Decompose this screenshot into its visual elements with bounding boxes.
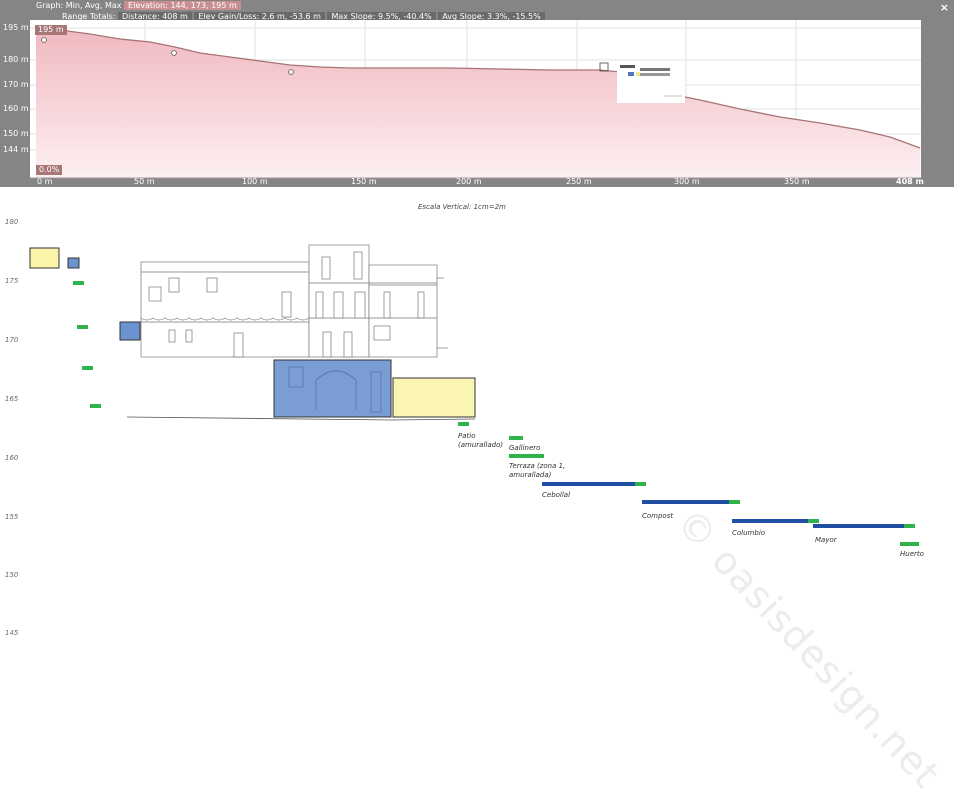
profile-thumbnail	[617, 63, 685, 103]
y-tick-label: 195 m	[3, 23, 29, 32]
graph-mode-label: Graph: Min, Avg, Max	[36, 1, 122, 10]
label-gallinero: Gallinero	[509, 444, 541, 452]
label-cebollal: Cebollal	[542, 491, 571, 499]
house-elevation	[140, 244, 448, 358]
terrace-bars	[458, 422, 919, 546]
x-tick-label: 300 m	[674, 177, 700, 186]
label-columbio: Columbio	[732, 529, 766, 537]
x-tick-label: 350 m	[784, 177, 810, 186]
label-terraza-sub: amurallada)	[509, 471, 552, 479]
label-huerto: Huerto	[900, 550, 924, 558]
close-icon[interactable]: ×	[940, 1, 949, 14]
elevation-stats: Elevation: 144, 173, 195 m	[124, 1, 241, 10]
cursor-slope-tag: 0.0%	[36, 165, 63, 175]
cursor-elevation-tag: 195 m	[35, 25, 67, 35]
elevation-profile-panel: Graph: Min, Avg, Max Elevation: 144, 173…	[0, 0, 954, 187]
y-tick-label: 180 m	[3, 55, 29, 64]
x-tick-label: 408 m	[896, 177, 924, 186]
waypoint-pin-icon	[171, 50, 177, 56]
x-tick-label: 100 m	[242, 177, 268, 186]
x-tick-label: 250 m	[566, 177, 592, 186]
label-compost: Compost	[642, 512, 674, 520]
x-tick-label: 200 m	[456, 177, 482, 186]
basement-blue-zone	[273, 359, 392, 418]
patio-yellow-zone	[392, 377, 476, 418]
waypoint-pin-icon	[41, 37, 47, 43]
y-tick-label: 170 m	[3, 80, 29, 89]
left-level-markers	[73, 281, 101, 408]
label-terraza: Terraza (zona 1,	[509, 462, 566, 470]
x-tick-label: 0 m	[37, 177, 53, 186]
label-mayor: Mayor	[815, 536, 837, 544]
site-section-drawing	[29, 244, 919, 546]
graph-header-row: Graph: Min, Avg, Max Elevation: 144, 173…	[36, 1, 241, 11]
x-tick-label: 150 m	[351, 177, 377, 186]
label-patio: Patio	[458, 432, 476, 440]
elevation-profile-chart[interactable]	[0, 20, 954, 187]
waypoint-pin-icon	[288, 69, 294, 75]
y-tick-label: 144 m	[3, 145, 29, 154]
x-tick-label: 50 m	[134, 177, 155, 186]
y-tick-label: 150 m	[3, 129, 29, 138]
label-patio-sub: (amurallado)	[458, 441, 504, 449]
y-tick-label: 160 m	[3, 104, 29, 113]
